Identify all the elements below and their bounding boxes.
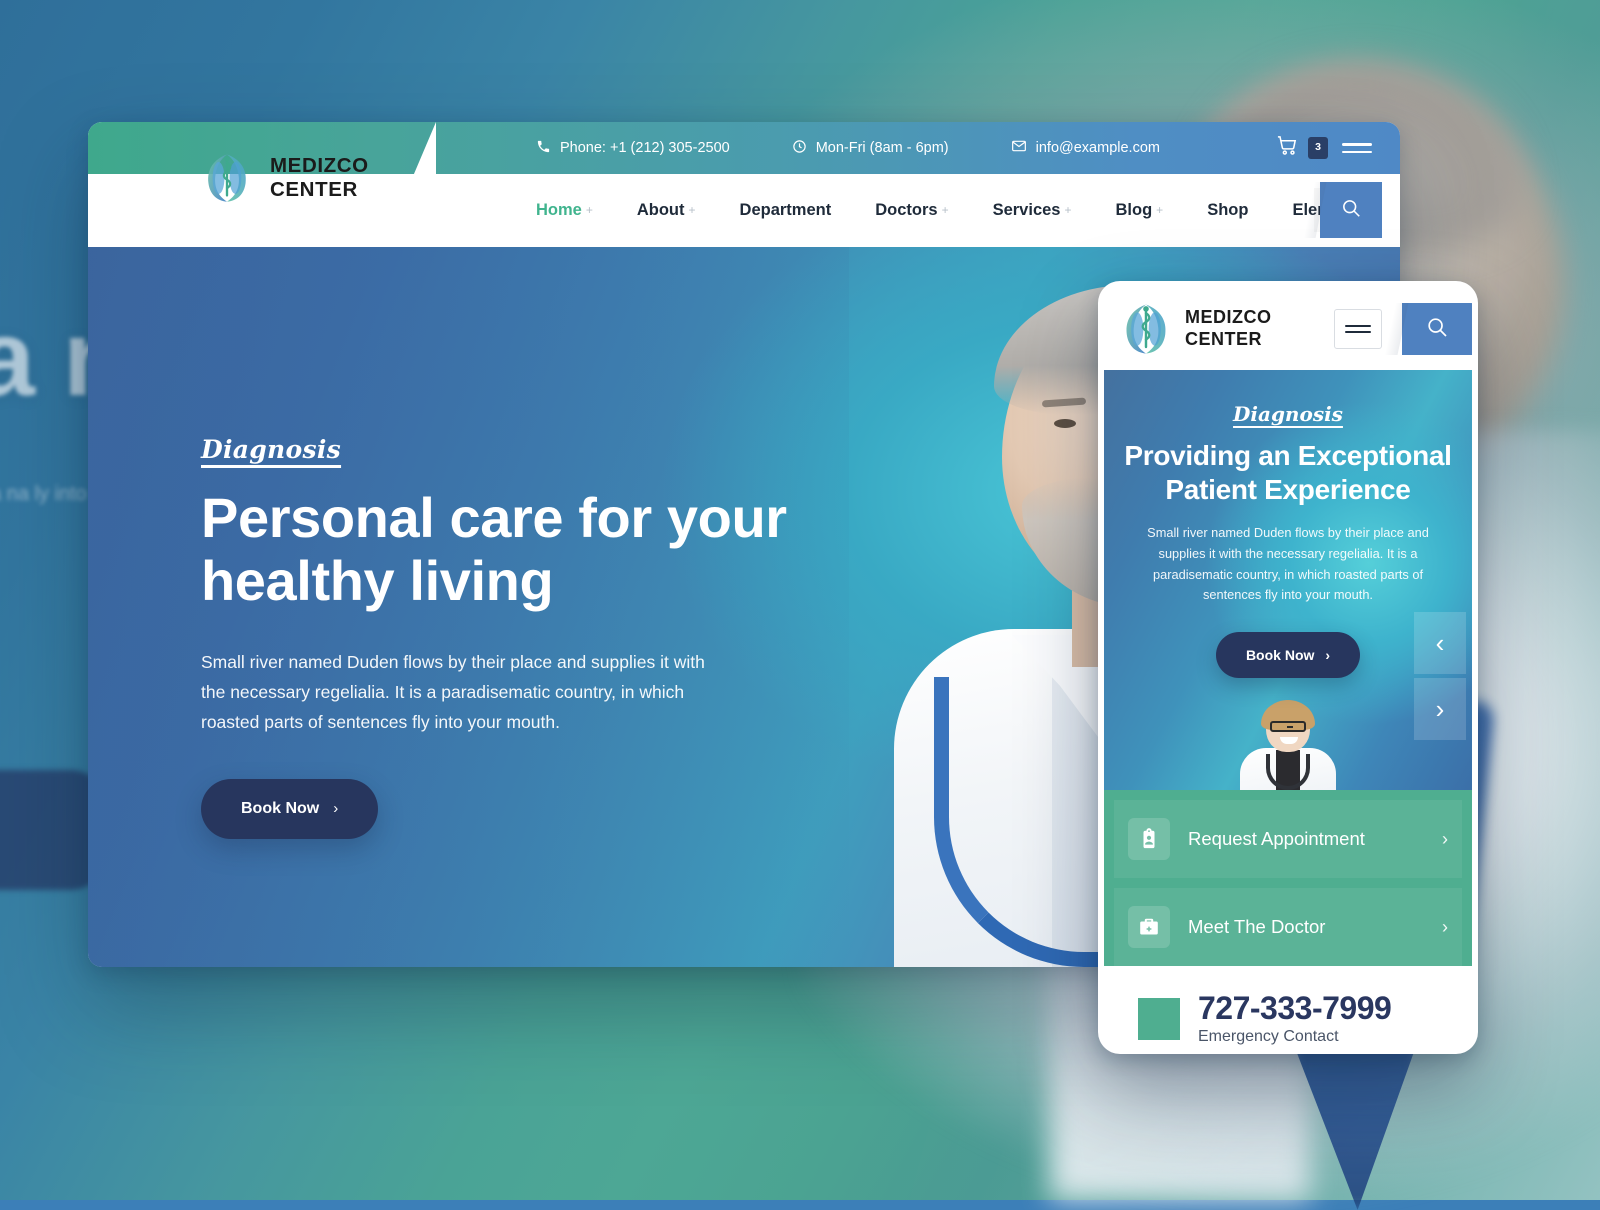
phone-emergency-contact[interactable]: 727-333-7999 Emergency Contact [1104,976,1472,1048]
main-navigation: Home + About + Department Doctors + Serv… [536,174,1400,247]
hero-book-now-label: Book Now [241,799,320,817]
nav-item-about[interactable]: About + [637,201,696,220]
topbar-hours: Mon-Fri (8am - 6pm) [792,139,949,158]
nav-label-shop: Shop [1207,201,1249,219]
envelope-icon [1011,138,1027,158]
hamburger-icon[interactable] [1342,143,1372,153]
topbar-hours-label: Mon-Fri (8am - 6pm) [815,140,949,156]
phone-hero-doctor-photo [1228,700,1348,790]
phone-hero-eyebrow: Diagnosis [1233,402,1343,426]
cart-count-badge: 3 [1308,137,1328,159]
site-logo[interactable]: MEDIZCO CENTER [200,151,369,205]
phone-book-now-label: Book Now [1245,647,1315,664]
topbar-phone-label: Phone: +1 (212) 305-2500 [560,140,730,156]
hero-eyebrow: Diagnosis [201,435,342,464]
phone-site-logo[interactable]: MEDIZCO CENTER [1118,301,1272,357]
nav-item-department[interactable]: Department [740,201,832,220]
top-contact-group: Phone: +1 (212) 305-2500 Mon-Fri (8am - … [536,122,1222,174]
clock-icon [792,139,807,158]
phone-hamburger-icon[interactable] [1334,309,1382,349]
caduceus-leaf-logo-icon [1118,301,1174,357]
phone-hero-section: Diagnosis Providing an Exceptional Patie… [1104,370,1472,790]
phone-screen: MEDIZCO CENTER Diagnosis Providing an Ex… [1104,287,1472,1048]
logo-text: MEDIZCO CENTER [270,154,369,202]
nav-item-doctors[interactable]: Doctors + [875,201,948,220]
phone-action-request-appointment[interactable]: Request Appointment › [1114,800,1462,878]
phone-search-button[interactable] [1402,303,1472,355]
chevron-right-icon: › [1442,916,1448,937]
nav-submenu-marker: + [1156,203,1164,217]
nav-item-services[interactable]: Services + [993,201,1072,220]
nav-submenu-marker: + [688,203,696,217]
chevron-right-icon: › [1442,828,1448,849]
phone-action-label: Request Appointment [1188,828,1365,849]
phone-slider-prev-button[interactable]: ‹ [1414,612,1466,674]
nav-label-about: About [636,201,685,219]
emergency-block-icon [1138,997,1180,1040]
nav-label-services: Services [992,201,1061,219]
topbar-email[interactable]: info@example.com [1011,138,1160,158]
phone-logo-text: MEDIZCO CENTER [1185,307,1272,350]
phone-hero-description: Small river named Duden flows by their p… [1147,525,1429,603]
nav-label-doctors: Doctors [875,201,938,219]
nav-item-blog[interactable]: Blog + [1116,201,1164,220]
nav-submenu-marker: + [585,203,593,217]
nav-submenu-marker: + [1064,203,1072,217]
chevron-left-icon: ‹ [1435,627,1445,658]
chevron-right-icon: › [333,800,339,818]
topbar-email-label: info@example.com [1035,140,1160,156]
logo-line-2: CENTER [270,178,358,201]
caduceus-leaf-logo-icon [200,151,254,205]
cart-icon [1276,134,1299,162]
phone-header: MEDIZCO CENTER [1104,287,1472,370]
search-button[interactable] [1320,182,1382,238]
phone-action-label: Meet The Doctor [1188,916,1326,937]
search-icon [1425,315,1449,344]
medical-bag-icon [1128,906,1170,948]
cart-button[interactable]: 3 [1276,134,1328,162]
nav-item-home[interactable]: Home + [536,201,593,220]
phone-logo-line-1: MEDIZCO [1185,306,1272,327]
phone-mockup: MEDIZCO CENTER Diagnosis Providing an Ex… [1098,281,1478,1054]
phone-slider-next-button[interactable]: › [1414,678,1466,740]
topbar-actions: 3 [1276,122,1372,174]
clipboard-user-icon [1128,818,1170,860]
phone-logo-line-2: CENTER [1185,328,1263,349]
chevron-right-icon: › [1325,647,1331,664]
phone-book-now-button[interactable]: Book Now › [1215,632,1361,679]
phone-icon [536,139,551,158]
phone-emergency-number: 727-333-7999 [1198,990,1392,1026]
topbar-phone[interactable]: Phone: +1 (212) 305-2500 [536,139,730,158]
phone-hero-title: Providing an Exceptional Patient Experie… [1124,440,1452,505]
nav-submenu-marker: + [941,203,949,217]
nav-item-shop[interactable]: Shop [1207,201,1248,220]
phone-action-meet-the-doctor[interactable]: Meet The Doctor › [1114,888,1462,966]
phone-quick-actions: Request Appointment › Meet The Doctor › [1104,790,1472,966]
nav-label-blog: Blog [1115,201,1153,219]
phone-emergency-label: Emergency Contact [1198,1027,1339,1045]
hero-copy: Diagnosis Personal care for your healthy… [201,435,841,839]
logo-line-1: MEDIZCO [270,153,369,177]
phone-emergency-text: 727-333-7999 Emergency Contact [1198,990,1392,1046]
search-icon [1340,197,1362,224]
chevron-right-icon: › [1435,693,1445,724]
hero-book-now-button[interactable]: Book Now › [201,778,379,839]
nav-label-home: Home [536,201,582,219]
hero-description: Small river named Duden flows by their p… [201,651,705,732]
nav-label-department: Department [739,201,832,219]
hero-title: Personal care for your healthy living [201,486,787,613]
